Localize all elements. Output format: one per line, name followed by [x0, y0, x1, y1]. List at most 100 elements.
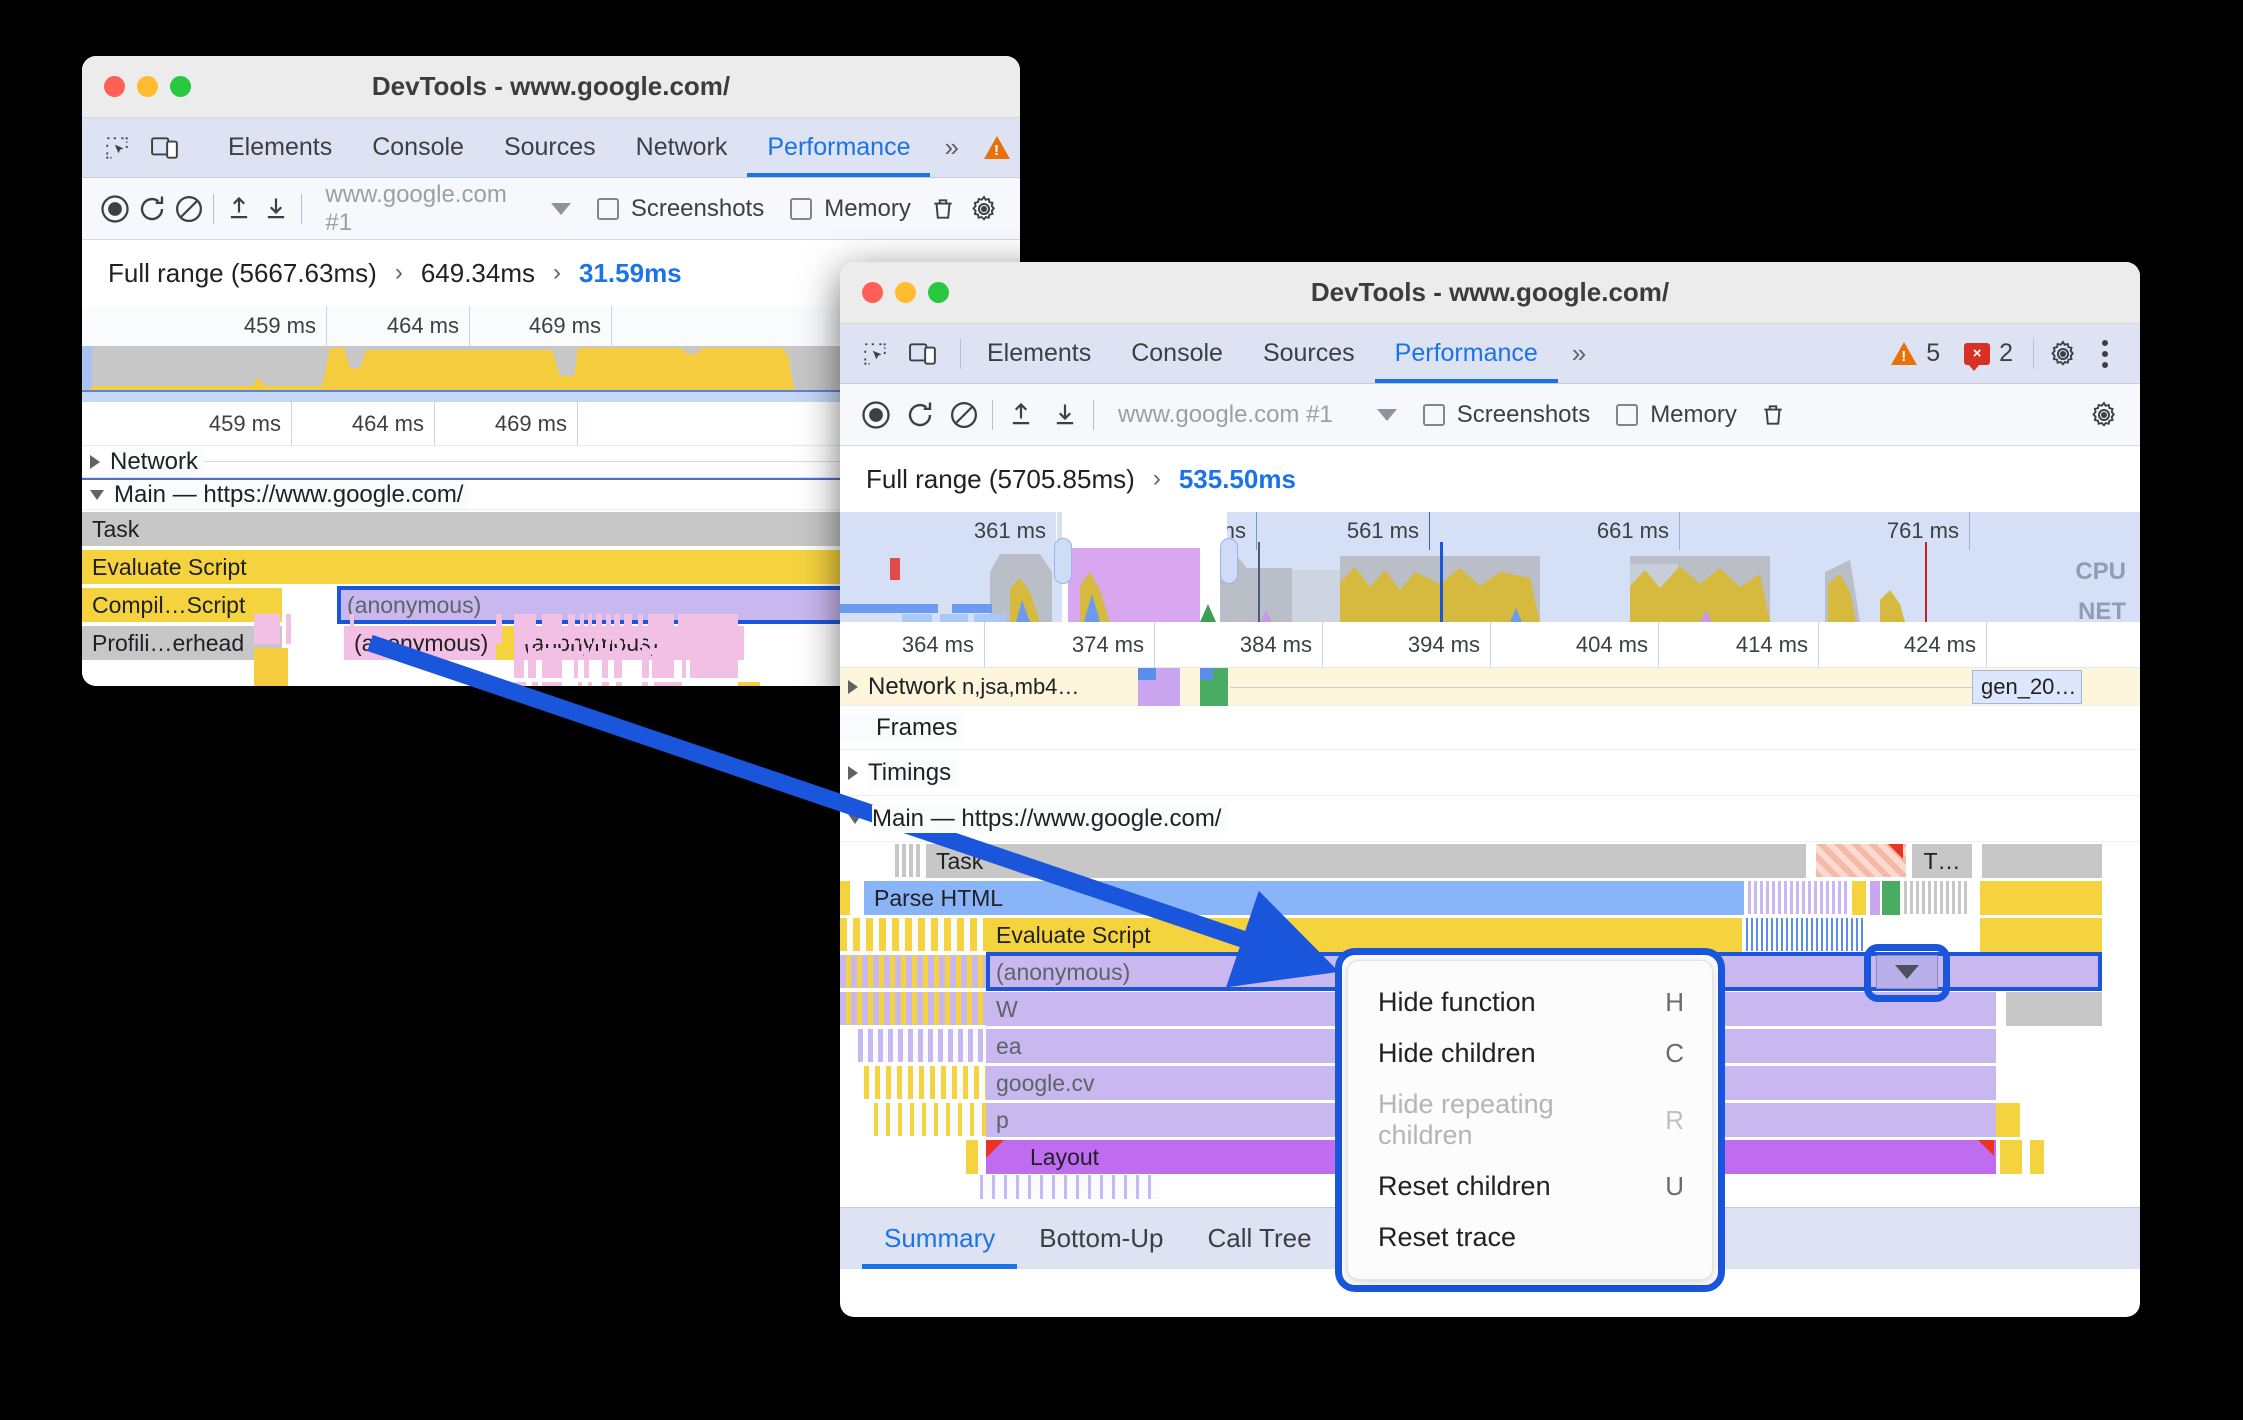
menu-item-reset-trace[interactable]: Reset trace: [1348, 1212, 1712, 1263]
panel-tabs-front[interactable]: Elements Console Sources Performance »: [967, 324, 1597, 383]
tab-elements[interactable]: Elements: [208, 118, 352, 177]
tabstrip-right-group[interactable]: » 3 ! 3: [930, 129, 1020, 167]
flame-bar-gray-block[interactable]: [2006, 992, 2102, 1026]
track-row-main[interactable]: Main — https://www.google.com/: [840, 796, 2140, 842]
breadcrumb-full-range[interactable]: Full range (5705.85ms): [866, 464, 1135, 495]
inspect-icon[interactable]: [98, 129, 136, 167]
flame-bar-task-end[interactable]: [1982, 844, 2102, 878]
tab-console[interactable]: Console: [352, 118, 484, 177]
memory-checkbox[interactable]: Memory: [790, 195, 911, 223]
chevron-down-icon[interactable]: [90, 489, 104, 500]
tab-summary[interactable]: Summary: [862, 1208, 1017, 1269]
tab-network[interactable]: Network: [616, 118, 748, 177]
capture-settings-group[interactable]: [2082, 393, 2126, 437]
checkbox-box[interactable]: [1616, 403, 1639, 426]
more-tabs-icon[interactable]: »: [1558, 338, 1597, 369]
inspect-icon[interactable]: [856, 335, 894, 373]
upload-profile-icon[interactable]: [220, 187, 257, 231]
flame-bar-sliver[interactable]: [966, 1140, 978, 1174]
minimize-button[interactable]: [895, 282, 916, 303]
overview-network-band[interactable]: [840, 604, 2140, 622]
flame-bar-yellow-tail[interactable]: [2030, 1140, 2044, 1174]
close-button[interactable]: [104, 76, 125, 97]
flame-bar-sliver[interactable]: [840, 881, 850, 915]
screenshots-checkbox[interactable]: Screenshots: [1422, 401, 1590, 429]
breadcrumb-full-range[interactable]: Full range (5667.63ms): [108, 258, 377, 289]
collect-garbage-icon[interactable]: [1751, 393, 1795, 437]
flame-bar-yellow-block[interactable]: [1980, 881, 2102, 915]
memory-checkbox[interactable]: Memory: [1616, 401, 1737, 429]
flame-bar-task-truncated[interactable]: T…: [1912, 844, 1972, 878]
download-profile-icon[interactable]: [1043, 393, 1087, 437]
breadcrumb-level-1[interactable]: 649.34ms: [421, 258, 535, 289]
clear-icon[interactable]: [942, 393, 986, 437]
reload-record-icon[interactable]: [898, 393, 942, 437]
tool-icon-group[interactable]: [82, 129, 196, 167]
record-icon[interactable]: [96, 187, 133, 231]
capture-settings-group[interactable]: [962, 187, 1006, 231]
traffic-lights-front[interactable]: [840, 282, 949, 303]
tab-elements[interactable]: Elements: [967, 324, 1111, 383]
flame-bar-yellow-tail[interactable]: [2000, 1140, 2022, 1174]
flame-row[interactable]: Parse HTML: [840, 879, 2140, 916]
clear-icon[interactable]: [170, 187, 207, 231]
gear-icon[interactable]: [2082, 393, 2126, 437]
flame-bar-parse-html[interactable]: Parse HTML: [864, 881, 1744, 915]
breadcrumb-current[interactable]: 31.59ms: [579, 258, 682, 289]
more-tabs-icon[interactable]: »: [930, 132, 969, 163]
overview-left-handle[interactable]: [82, 346, 92, 390]
flame-bar-task[interactable]: Task: [926, 844, 1806, 878]
titlebar-front[interactable]: DevTools - www.google.com/: [840, 262, 2140, 324]
tab-call-tree[interactable]: Call Tree: [1186, 1208, 1334, 1269]
checkbox-box[interactable]: [1422, 403, 1445, 426]
tab-bottom-up[interactable]: Bottom-Up: [1017, 1208, 1185, 1269]
tab-sources[interactable]: Sources: [1243, 324, 1375, 383]
profile-selector[interactable]: www.google.com #1: [1100, 401, 1397, 429]
track-row-network[interactable]: Network n,jsa,mb4… gen_20…: [840, 668, 2140, 706]
context-menu-list[interactable]: Hide function H Hide children C Hide rep…: [1347, 960, 1713, 1280]
menu-item-reset-children[interactable]: Reset children U: [1348, 1161, 1712, 1212]
tab-console[interactable]: Console: [1111, 324, 1243, 383]
menu-item-hide-children[interactable]: Hide children C: [1348, 1028, 1712, 1079]
track-row-timings[interactable]: Timings: [840, 750, 2140, 796]
close-button[interactable]: [862, 282, 883, 303]
upload-profile-icon[interactable]: [999, 393, 1043, 437]
minimize-button[interactable]: [137, 76, 158, 97]
screenshots-checkbox[interactable]: Screenshots: [596, 195, 764, 223]
menu-item-hide-function[interactable]: Hide function H: [1348, 977, 1712, 1028]
zoom-button[interactable]: [928, 282, 949, 303]
chevron-down-icon[interactable]: [1376, 408, 1397, 421]
performance-toolbar-front[interactable]: www.google.com #1 Screenshots Memory: [840, 384, 2140, 446]
chevron-right-icon[interactable]: [90, 454, 100, 469]
flame-bar-sliver[interactable]: [1852, 881, 1866, 915]
flame-bar-yellow-tail[interactable]: [1996, 1103, 2020, 1137]
overview-handle-right[interactable]: [1220, 538, 1238, 584]
tool-icon-group[interactable]: [840, 335, 954, 373]
profile-selector[interactable]: www.google.com #1: [307, 181, 571, 237]
devtools-tabstrip-front[interactable]: Elements Console Sources Performance » 5…: [840, 324, 2140, 384]
reload-record-icon[interactable]: [133, 187, 170, 231]
flame-bar-yellow-block[interactable]: [1980, 918, 2102, 952]
performance-toolbar-back[interactable]: www.google.com #1 Screenshots Memory: [82, 178, 1020, 240]
tab-sources[interactable]: Sources: [484, 118, 616, 177]
track-row-frames[interactable]: Frames: [840, 706, 2140, 750]
download-profile-icon[interactable]: [257, 187, 294, 231]
overview-handle-left[interactable]: [1054, 538, 1072, 584]
device-toggle-icon[interactable]: [146, 129, 184, 167]
overview-pane-front[interactable]: 361 ms 461 ms 561 ms 661 ms 761 ms: [840, 512, 2140, 622]
devtools-tabstrip-back[interactable]: Elements Console Sources Network Perform…: [82, 118, 1020, 178]
checkbox-box[interactable]: [790, 197, 813, 220]
network-request-label[interactable]: n,jsa,mb4…: [962, 674, 1079, 700]
zoom-button[interactable]: [170, 76, 191, 97]
collect-garbage-icon[interactable]: [925, 187, 962, 231]
device-toggle-icon[interactable]: [904, 335, 942, 373]
network-far-request[interactable]: gen_20…: [1972, 670, 2082, 704]
chevron-down-icon[interactable]: [550, 202, 571, 215]
breadcrumb-current[interactable]: 535.50ms: [1179, 464, 1296, 495]
panel-tabs-back[interactable]: Elements Console Sources Network Perform…: [208, 118, 930, 177]
warnings-badge[interactable]: 5: [1881, 339, 1950, 368]
warnings-badge[interactable]: 3: [974, 133, 1020, 162]
chevron-right-icon[interactable]: [848, 679, 858, 694]
traffic-lights-back[interactable]: [82, 76, 191, 97]
context-menu[interactable]: Hide function H Hide children C Hide rep…: [1335, 948, 1725, 1292]
